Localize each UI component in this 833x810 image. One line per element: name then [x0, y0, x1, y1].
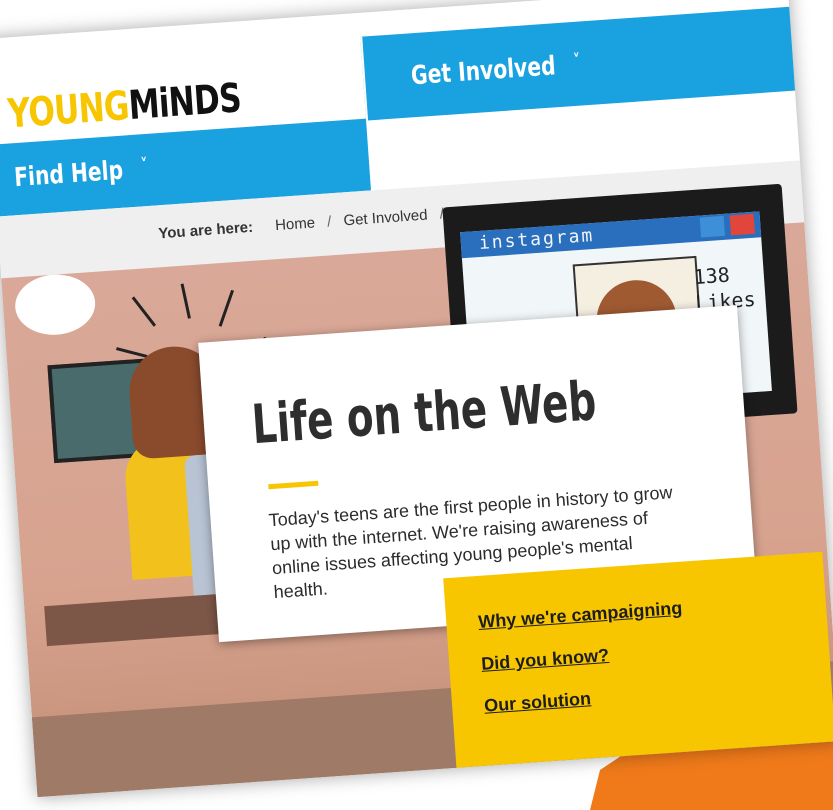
chevron-down-icon: ˅: [139, 154, 149, 177]
link-did-you-know[interactable]: Did you know?: [481, 645, 610, 675]
youngminds-logo[interactable]: YOUNGMiNDS: [6, 75, 242, 137]
page-title: Life on the Web: [249, 369, 599, 457]
breadcrumb-get-involved[interactable]: Get Involved: [343, 207, 428, 230]
breadcrumb-separator: /: [326, 213, 332, 231]
breadcrumb-lead: You are here:: [157, 218, 254, 243]
instagram-label: instagram: [478, 224, 595, 254]
chevron-down-icon: ˅: [572, 50, 581, 72]
title-accent-line: [268, 480, 319, 490]
minimize-icon: [699, 215, 726, 238]
link-why-campaigning[interactable]: Why we're campaigning: [478, 598, 683, 633]
nav-get-involved-label: Get Involved: [410, 51, 557, 92]
breadcrumb-home[interactable]: Home: [275, 214, 316, 234]
speech-bubble: [13, 272, 98, 338]
webpage-photo: YOUNGMiNDS Get Involved ˅ Find Help ˅ Yo…: [0, 0, 833, 798]
nav-find-help-label: Find Help: [13, 155, 125, 194]
nav-get-involved[interactable]: Get Involved ˅: [360, 6, 806, 121]
page-links: Why we're campaigning Did you know? Our …: [443, 551, 833, 768]
link-our-solution[interactable]: Our solution: [484, 688, 592, 716]
close-icon: [729, 213, 755, 236]
